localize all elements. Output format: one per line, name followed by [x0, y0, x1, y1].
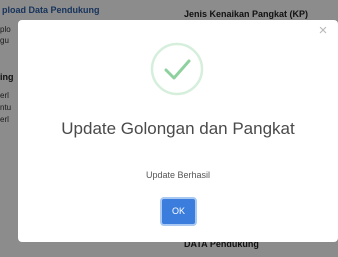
success-dialog: × Update Golongan dan Pangkat Update Ber…: [18, 20, 338, 242]
close-icon[interactable]: ×: [316, 23, 330, 38]
check-circle-icon: [150, 42, 204, 96]
dialog-title: Update Golongan dan Pangkat: [61, 119, 295, 138]
dialog-message: Update Berhasil: [145, 170, 211, 180]
ok-button[interactable]: OK: [160, 197, 197, 226]
